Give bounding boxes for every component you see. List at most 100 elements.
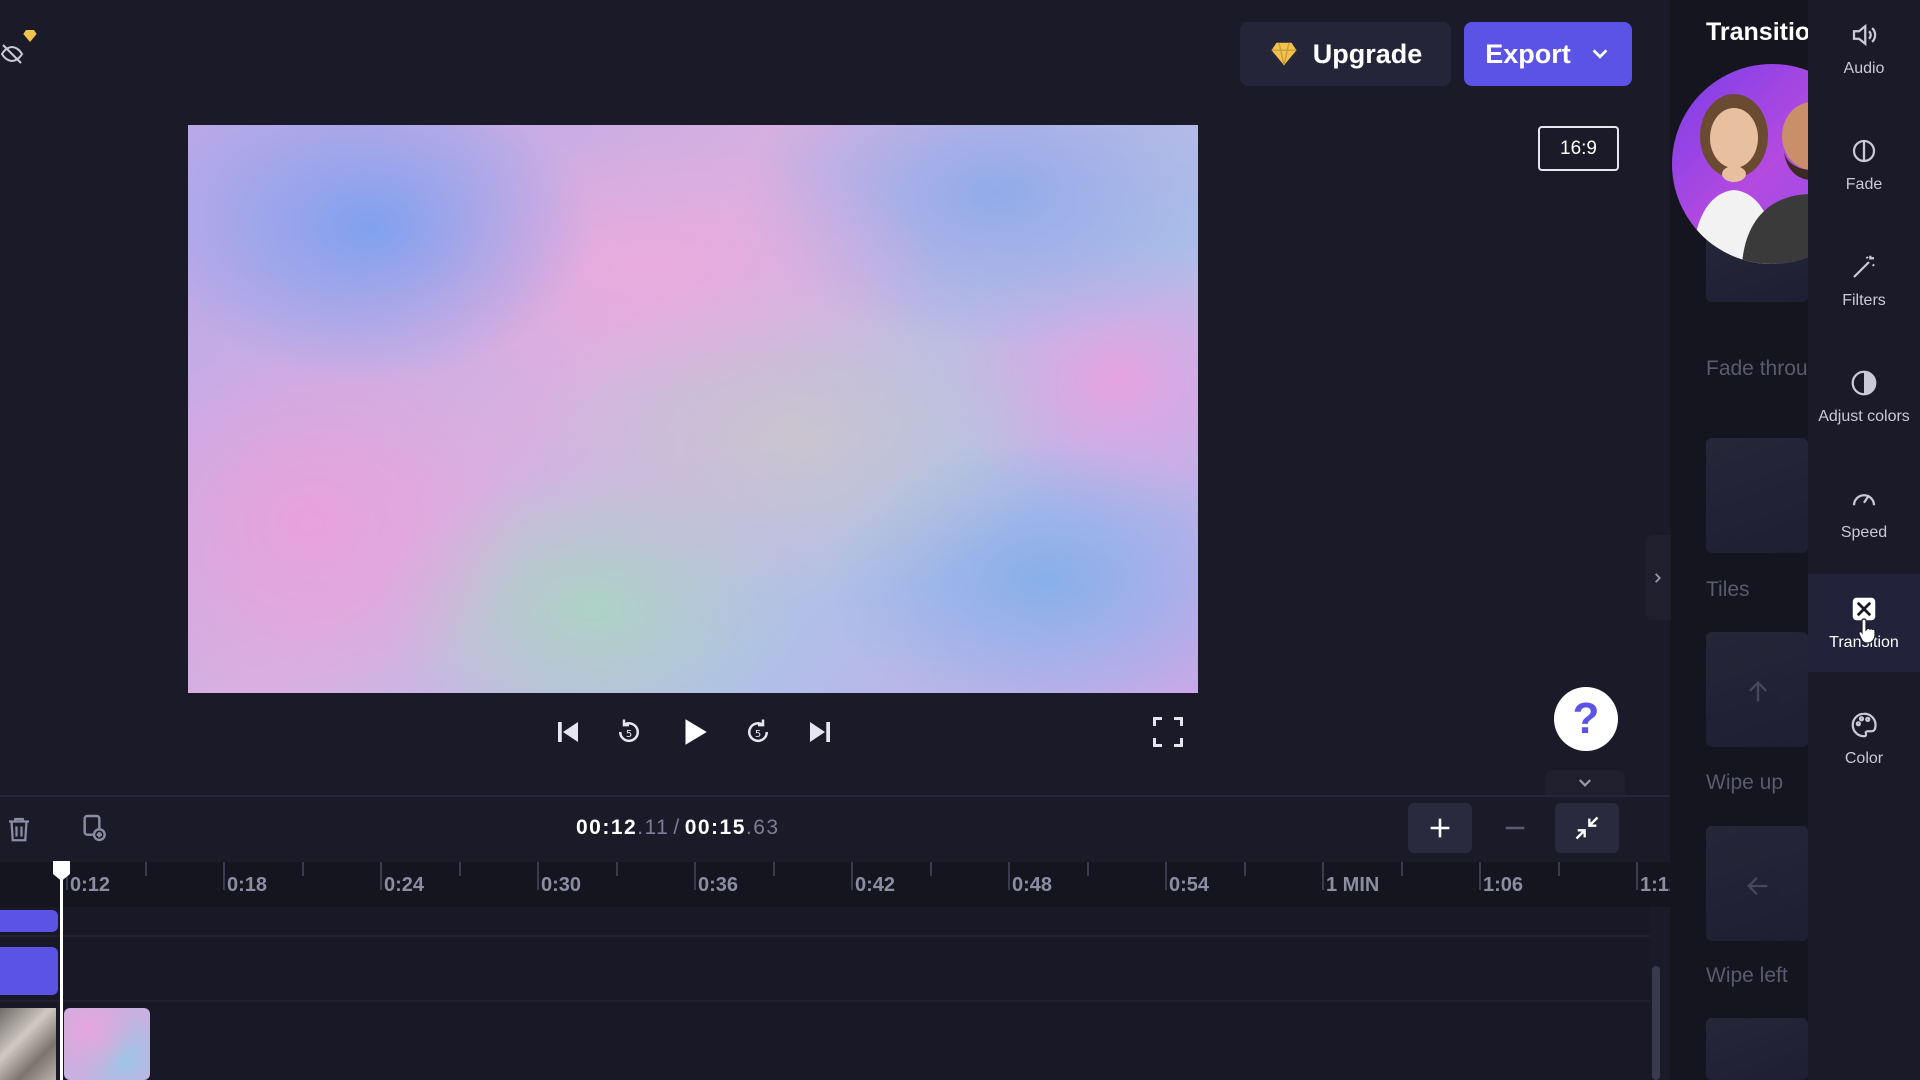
track-divider	[0, 1000, 1650, 1002]
skip-to-end-button[interactable]	[800, 712, 840, 752]
magic-wand-icon	[1853, 255, 1875, 278]
ruler-tick-label: 0:48	[1012, 874, 1053, 896]
ruler-minor-tick	[929, 862, 932, 876]
video-preview[interactable]	[188, 125, 1198, 693]
sidebar-item-adjust-colors[interactable]: Adjust colors	[1808, 348, 1920, 446]
ruler-minor-tick	[1400, 862, 1403, 876]
speedometer-icon	[1852, 494, 1876, 506]
ruler-major-tick	[1479, 862, 1481, 890]
fade-icon	[1852, 139, 1876, 163]
premium-gem-icon	[23, 30, 37, 42]
zoom-in-button[interactable]	[1408, 803, 1472, 853]
sidebar-item-color[interactable]: Color	[1808, 690, 1920, 788]
plus-icon	[1430, 818, 1450, 838]
upgrade-button[interactable]: Upgrade	[1240, 22, 1451, 86]
total-time: 00:15	[684, 816, 746, 839]
zoom-out-button[interactable]	[1483, 803, 1547, 853]
fullscreen-icon[interactable]	[1150, 714, 1186, 750]
ruler-major-tick	[1165, 862, 1167, 890]
chevron-down-icon	[1592, 49, 1608, 59]
rewind-5-button[interactable]: 5	[609, 712, 649, 752]
ruler-tick-label: 0:42	[855, 874, 896, 896]
fast-forward-icon: 5	[748, 719, 769, 743]
transition-label-fade-through: Fade through	[1706, 357, 1808, 380]
speaker-icon	[1852, 23, 1877, 47]
ruler-major-tick	[380, 862, 382, 890]
sidebar-label-filters: Filters	[1842, 292, 1886, 309]
track-divider	[0, 935, 1650, 937]
trash-icon[interactable]	[4, 814, 34, 844]
ruler-major-tick	[1636, 862, 1638, 890]
arrow-left-icon	[1747, 877, 1768, 895]
ruler-tick-label: 0:36	[698, 874, 739, 896]
ruler-tick-label: 1:06	[1483, 874, 1524, 896]
forward-5-button[interactable]: 5	[738, 712, 778, 752]
chevron-right-icon	[1655, 572, 1661, 583]
time-separator: /	[673, 816, 681, 839]
timeline-scrollbar[interactable]	[1652, 966, 1660, 1080]
palette-icon	[1851, 712, 1877, 738]
sidebar-item-fade[interactable]: Fade	[1808, 116, 1920, 214]
rewind-icon: 5	[618, 719, 639, 743]
ruler-minor-tick	[615, 862, 618, 876]
sidebar-label-color: Color	[1844, 750, 1884, 767]
transition-thumb-tiles[interactable]	[1706, 438, 1808, 553]
svg-text:5: 5	[755, 729, 761, 740]
aspect-ratio-button[interactable]: 16:9	[1538, 126, 1619, 171]
hide-icon[interactable]	[0, 42, 24, 66]
chevron-down-icon	[1578, 779, 1592, 787]
svg-text:5: 5	[626, 729, 632, 740]
play-icon	[685, 719, 707, 745]
diamond-icon	[1271, 42, 1297, 66]
toolbar-divider	[0, 795, 1670, 797]
playhead[interactable]	[60, 866, 63, 1080]
ruler-minor-tick	[1086, 862, 1089, 876]
ruler-major-tick	[1322, 862, 1324, 890]
current-time-fraction: .11	[637, 816, 670, 839]
transition-thumb-wipe-up[interactable]	[1706, 632, 1808, 747]
sidebar-label-audio: Audio	[1843, 60, 1885, 77]
transition-label-wipe-up: Wipe up	[1706, 771, 1784, 794]
duplicate-icon[interactable]	[78, 812, 110, 844]
help-button[interactable]: ?	[1554, 687, 1618, 751]
sidebar-item-speed[interactable]: Speed	[1808, 464, 1920, 562]
ruler-tick-label: 0:12	[70, 874, 111, 896]
ruler-major-tick	[537, 862, 539, 890]
ruler-minor-tick	[772, 862, 775, 876]
sidebar-item-audio[interactable]: Audio	[1808, 0, 1920, 98]
ruler-major-tick	[1008, 862, 1010, 890]
sidebar-label-speed: Speed	[1840, 524, 1888, 541]
ruler-minor-tick	[1557, 862, 1560, 876]
zoom-fit-button[interactable]	[1555, 803, 1619, 853]
skip-back-icon	[558, 722, 578, 742]
sidebar-label-adjust-colors: Adjust colors	[1818, 408, 1910, 425]
transition-thumb-next[interactable]	[1706, 1018, 1808, 1080]
ruler-minor-tick	[458, 862, 461, 876]
sidebar-item-filters[interactable]: Filters	[1808, 232, 1920, 330]
timeline-clip-overlay[interactable]	[0, 947, 58, 995]
panel-collapse-handle[interactable]	[1645, 535, 1671, 620]
play-button[interactable]	[674, 712, 714, 752]
timeline-clip-video-2[interactable]	[64, 1008, 150, 1080]
ruler-major-tick	[851, 862, 853, 890]
ruler-minor-tick	[301, 862, 304, 876]
export-button[interactable]: Export	[1464, 22, 1632, 86]
mouse-cursor-icon	[1858, 618, 1876, 644]
ruler-tick-label: 1 MIN	[1326, 874, 1380, 896]
ruler-tick-label: 0:24	[384, 874, 425, 896]
ruler-major-tick	[694, 862, 696, 890]
timeline-tracks[interactable]	[0, 907, 1650, 1080]
ruler-tick-label: 0:18	[227, 874, 268, 896]
timeline-clip-audio[interactable]	[0, 910, 58, 932]
timeline-clip-video-1[interactable]	[0, 1008, 56, 1080]
ruler-minor-tick	[1243, 862, 1246, 876]
collapse-timeline-button[interactable]	[1545, 770, 1625, 796]
arrow-up-icon	[1749, 681, 1767, 702]
skip-to-start-button[interactable]	[548, 712, 588, 752]
playhead-handle[interactable]	[52, 860, 71, 882]
collapse-arrows-icon	[1575, 816, 1599, 840]
skip-forward-icon	[810, 722, 830, 742]
total-time-fraction: .63	[745, 816, 780, 839]
upgrade-label: Upgrade	[1312, 38, 1423, 69]
transition-thumb-wipe-left[interactable]	[1706, 826, 1808, 941]
